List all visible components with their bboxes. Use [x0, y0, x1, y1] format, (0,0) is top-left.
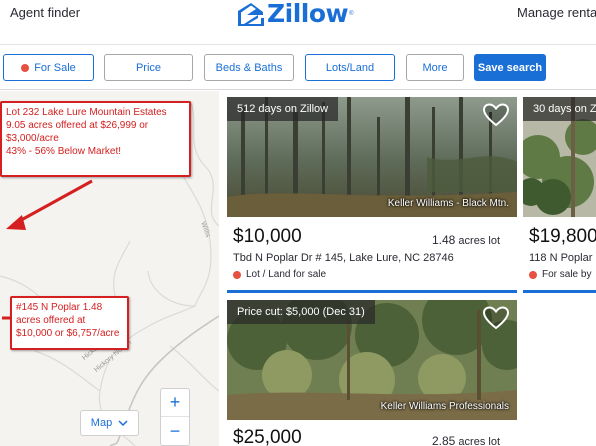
chevron-down-icon: [118, 420, 128, 426]
status-label-1: Lot / Land for sale: [246, 269, 327, 280]
registered-mark: ®: [349, 11, 354, 17]
annotation-note-145-poplar: #145 N Poplar 1.48 acres offered at $10,…: [10, 296, 129, 350]
listing-price-1: $10,000: [233, 226, 302, 247]
acres-unit-3: acres lot: [458, 436, 500, 446]
status-label-2: For sale by: [542, 269, 592, 280]
listing-photo-1[interactable]: 512 days on Zillow Keller Williams - Bla…: [227, 97, 517, 217]
for-sale-label: For Sale: [34, 61, 76, 74]
note1-line1: Lot 232 Lake Lure Mountain Estates: [6, 107, 167, 118]
note2-line1: #145 N Poplar 1.48: [16, 302, 103, 313]
annotation-note-lot-232: Lot 232 Lake Lure Mountain Estates 9.05 …: [0, 101, 191, 177]
listing-photo-2[interactable]: 30 days on Zillow: [523, 97, 596, 217]
price-label: Price: [135, 61, 162, 74]
status-dot-icon: [233, 270, 241, 279]
heart-icon[interactable]: [483, 103, 509, 127]
note1-line4: 43% - 56% Below Market!: [6, 146, 122, 157]
acres-value-1: 1.48: [432, 233, 456, 247]
zoom-in-button[interactable]: +: [161, 389, 189, 417]
card-underline-1: [227, 290, 517, 293]
days-on-zillow-badge-1: 512 days on Zillow: [227, 97, 339, 121]
zillow-wordmark: Zillow: [267, 0, 349, 28]
card-underline-2: [523, 290, 596, 293]
lots-land-label: Lots/Land: [325, 61, 375, 74]
listing-card-1[interactable]: 512 days on Zillow Keller Williams - Bla…: [227, 97, 517, 295]
status-dot-icon: [529, 270, 537, 279]
listing-address-1: Tbd N Poplar Dr # 145, Lake Lure, NC 287…: [233, 252, 454, 264]
for-sale-dot-icon: [21, 63, 30, 72]
note2-line3: $10,000 or $6,757/acre: [16, 328, 120, 339]
zillow-logo[interactable]: Zillow ®: [238, 0, 354, 28]
manage-rentals-link[interactable]: Manage rentals: [517, 5, 596, 20]
listing-photo-3[interactable]: Price cut: $5,000 (Dec 31) Keller Willia…: [227, 300, 517, 420]
acres-value-3: 2.85: [432, 434, 456, 446]
map-button-label: Map: [90, 417, 113, 429]
price-cut-badge-3: Price cut: $5,000 (Dec 31): [227, 300, 375, 324]
listing-status-1: Lot / Land for sale: [233, 269, 326, 280]
save-search-button[interactable]: Save search: [474, 54, 546, 81]
listing-price-2: $19,800: [529, 226, 596, 247]
zillow-house-icon: [238, 3, 264, 26]
photo-credit-3: Keller Williams Professionals: [380, 401, 509, 412]
acres-unit-1: acres lot: [458, 235, 500, 247]
heart-icon[interactable]: [483, 306, 509, 330]
price-filter-button[interactable]: Price: [104, 54, 193, 81]
map-type-button[interactable]: Map: [80, 410, 139, 436]
more-label: More: [422, 61, 448, 74]
listing-acres-3: 2.85 acres lot: [432, 434, 500, 446]
note1-line3: $3,000/acre: [6, 133, 59, 144]
save-search-label: Save search: [477, 61, 543, 74]
beds-baths-filter-button[interactable]: Beds & Baths: [204, 54, 294, 81]
beds-baths-label: Beds & Baths: [215, 61, 283, 74]
listing-price-3: $25,000: [233, 427, 302, 446]
listing-card-3[interactable]: Price cut: $5,000 (Dec 31) Keller Willia…: [227, 300, 517, 446]
more-filter-button[interactable]: More: [406, 54, 464, 81]
listing-status-2: For sale by: [529, 269, 591, 280]
zillow-search-page: Agent finder Zillow ® Manage rentals For…: [0, 0, 596, 446]
zoom-out-button[interactable]: −: [161, 417, 189, 445]
for-sale-filter-button[interactable]: For Sale: [3, 54, 94, 81]
top-header: Agent finder Zillow ® Manage rentals: [0, 0, 596, 34]
lots-land-filter-button[interactable]: Lots/Land: [305, 54, 395, 81]
listing-card-2[interactable]: 30 days on Zillow $19,800 118 N Poplar F…: [523, 97, 596, 295]
listing-acres-1: 1.48 acres lot: [432, 233, 500, 247]
days-on-zillow-badge-2: 30 days on Zillow: [523, 97, 596, 121]
photo-credit-1: Keller Williams - Black Mtn.: [387, 198, 509, 209]
zoom-control: + −: [160, 388, 190, 446]
filter-bar: For Sale Price Beds & Baths Lots/Land Mo…: [0, 44, 596, 90]
note1-line2: 9.05 acres offered at $26,999 or: [6, 120, 149, 131]
note2-line2: acres offered at: [16, 315, 86, 326]
listing-address-2: 118 N Poplar: [529, 252, 593, 264]
agent-finder-link[interactable]: Agent finder: [10, 5, 80, 20]
